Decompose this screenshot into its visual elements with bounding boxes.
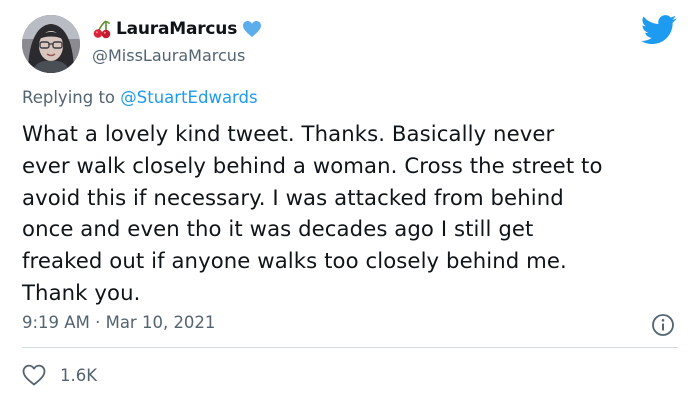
tweet-date: Mar 10, 2021	[105, 313, 216, 332]
avatar[interactable]	[22, 15, 80, 73]
author-name-row[interactable]: LauraMarcus	[92, 17, 262, 41]
replying-to: Replying to @StuartEdwards	[22, 88, 258, 107]
author-handle[interactable]: @MissLauraMarcus	[92, 46, 245, 65]
display-name: LauraMarcus	[116, 19, 238, 39]
reply-target-link[interactable]: @StuartEdwards	[120, 88, 257, 107]
replying-to-prefix: Replying to	[22, 88, 121, 107]
timestamp-separator: ·	[89, 313, 106, 332]
divider	[22, 347, 678, 348]
blue-heart-icon	[243, 21, 262, 37]
like-count: 1.6K	[60, 365, 98, 385]
like-button[interactable]: 1.6K	[22, 362, 97, 388]
heart-outline-icon	[22, 364, 46, 386]
tweet-card: LauraMarcus @MissLauraMarcus Replying to…	[0, 0, 700, 402]
tweet-text: What a lovely kind tweet. Thanks. Basica…	[22, 121, 603, 305]
tweet-time: 9:19 AM	[22, 313, 90, 332]
twitter-bird-icon[interactable]	[641, 15, 677, 45]
tweet-timestamp[interactable]: 9:19 AM · Mar 10, 2021	[22, 313, 215, 332]
cherries-icon	[93, 20, 111, 39]
avatar-image	[22, 15, 80, 73]
info-icon[interactable]	[651, 313, 675, 337]
